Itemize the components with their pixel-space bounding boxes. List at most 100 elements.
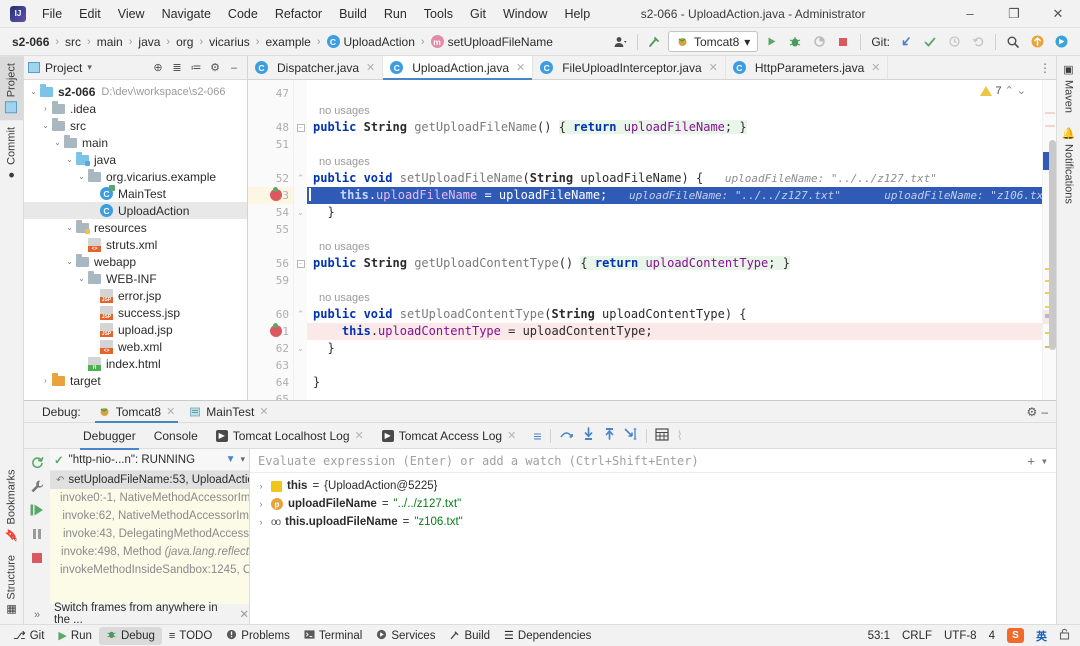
breadcrumb-item-main[interactable]: main <box>93 33 127 51</box>
search-icon[interactable] <box>1002 31 1024 53</box>
status-item-terminal[interactable]: Terminal <box>297 627 369 645</box>
fold-end-icon[interactable]: ⌄ <box>297 207 305 218</box>
tree-node-upload-jsp[interactable]: upload.jsp <box>24 321 247 338</box>
sidebar-item-structure[interactable]: ▦ Structure <box>0 548 23 624</box>
tree-twisty-icon[interactable]: ⌄ <box>76 274 87 283</box>
filter-icon[interactable]: ▼ <box>226 454 236 465</box>
build-hammer-icon[interactable] <box>644 31 666 53</box>
line-number[interactable]: 59 <box>248 272 293 289</box>
git-commit-icon[interactable] <box>919 31 941 53</box>
line-number[interactable]: 52 <box>248 170 293 187</box>
code-line[interactable] <box>307 221 1042 238</box>
breadcrumb-item-vicarius[interactable]: vicarius <box>205 33 254 51</box>
tree-twisty-icon[interactable]: › <box>40 104 51 113</box>
status-item-run[interactable]: ▶ Run <box>51 627 99 644</box>
menu-item-help[interactable]: Help <box>556 4 598 24</box>
code-content[interactable]: no usagespublic String getUploadFileName… <box>307 80 1042 400</box>
stack-frame[interactable]: invoke0:-1, NativeMethodAccessorIm <box>50 489 249 507</box>
code-line[interactable]: no usages <box>307 153 1042 170</box>
tab-tomcat-access-log[interactable]: ▶ Tomcat Access Log ✕ <box>373 426 526 446</box>
line-number[interactable]: 61 <box>248 323 293 340</box>
menu-item-run[interactable]: Run <box>376 4 415 24</box>
fold-marker[interactable] <box>294 238 307 255</box>
line-number[interactable]: 56 <box>248 255 293 272</box>
status-item-build[interactable]: Build <box>442 627 497 645</box>
file-encoding[interactable]: UTF-8 <box>944 630 977 642</box>
menu-item-refactor[interactable]: Refactor <box>267 4 330 24</box>
line-number[interactable]: 65 <box>248 391 293 400</box>
line-separator[interactable]: CRLF <box>902 630 932 642</box>
gear-icon[interactable]: ⚙ <box>1027 405 1038 419</box>
evaluate-expression-icon[interactable] <box>655 428 669 444</box>
line-number[interactable] <box>248 102 293 119</box>
breadcrumb-item-example[interactable]: example <box>261 33 314 51</box>
tab-uploadaction-java[interactable]: C UploadAction.java ✕ <box>383 56 533 79</box>
wrench-icon[interactable] <box>28 477 46 495</box>
error-stripe[interactable] <box>1042 80 1056 400</box>
tree-twisty-icon[interactable]: ⌄ <box>64 257 75 266</box>
expand-chevron-icon[interactable]: › <box>256 499 266 509</box>
step-into-icon[interactable] <box>582 427 595 444</box>
tree-node-struts-xml[interactable]: struts.xml <box>24 236 247 253</box>
evaluate-expression-field[interactable]: Evaluate expression (Enter) or add a wat… <box>250 449 1056 473</box>
status-item-debug[interactable]: Debug <box>99 627 162 645</box>
sidebar-item-maven[interactable]: ▣ Maven <box>1058 56 1079 120</box>
code-line[interactable] <box>307 391 1042 400</box>
prev-problem-icon[interactable]: ⌃ <box>1005 84 1014 97</box>
line-number[interactable]: 54 <box>248 204 293 221</box>
tree-twisty-icon[interactable]: ⌄ <box>52 138 63 147</box>
line-number[interactable] <box>248 153 293 170</box>
status-item-dependencies[interactable]: ☰ Dependencies <box>497 627 598 644</box>
fold-marker[interactable]: – <box>294 255 307 272</box>
editor-scrollbar[interactable] <box>1049 140 1056 350</box>
code-line[interactable]: this.uploadContentType = uploadContentTy… <box>307 323 1042 340</box>
run-to-cursor-icon[interactable] <box>624 427 638 444</box>
collapse-all-icon[interactable]: ≔ <box>187 59 205 77</box>
tab-httpparameters-java[interactable]: C HttpParameters.java ✕ <box>726 56 889 79</box>
fold-marker[interactable] <box>294 85 307 102</box>
git-history-icon[interactable] <box>943 31 965 53</box>
line-number[interactable]: 55 <box>248 221 293 238</box>
fold-marker[interactable] <box>294 221 307 238</box>
code-line[interactable] <box>307 85 1042 102</box>
breadcrumb-item-src[interactable]: src <box>61 33 85 51</box>
tab-fileuploadinterceptor-java[interactable]: C FileUploadInterceptor.java ✕ <box>533 56 726 79</box>
menu-item-file[interactable]: File <box>34 4 70 24</box>
line-number[interactable] <box>248 238 293 255</box>
step-out-icon[interactable] <box>603 427 616 444</box>
code-line[interactable]: public void setUploadFileName(String upl… <box>307 170 1042 187</box>
menu-item-tools[interactable]: Tools <box>416 4 461 24</box>
status-item-problems[interactable]: Problems <box>219 627 297 645</box>
minimize-button[interactable]: – <box>948 0 992 28</box>
line-number[interactable]: 51 <box>248 136 293 153</box>
fold-marker[interactable] <box>294 289 307 306</box>
tree-node-s2-066[interactable]: ⌄s2-066D:\dev\workspace\s2-066 <box>24 83 247 100</box>
tree-node-java[interactable]: ⌄java <box>24 151 247 168</box>
stop-program-icon[interactable] <box>28 549 46 567</box>
stack-frame[interactable]: invoke:43, DelegatingMethodAccess <box>50 525 249 543</box>
close-icon[interactable]: ✕ <box>709 61 718 74</box>
stack-frame[interactable]: invokeMethodInsideSandbox:1245, C <box>50 561 249 579</box>
line-number[interactable]: 47 <box>248 85 293 102</box>
tree-node-target[interactable]: ›target <box>24 372 247 389</box>
line-number[interactable]: 63 <box>248 357 293 374</box>
pause-program-icon[interactable] <box>28 525 46 543</box>
fold-marker[interactable] <box>294 323 307 340</box>
status-item-services[interactable]: Services <box>369 627 442 645</box>
code-line[interactable]: this.uploadFileName = uploadFileName; up… <box>307 187 1042 204</box>
breadcrumb-item-java[interactable]: java <box>134 33 164 51</box>
ime-language-icon[interactable]: 英 <box>1036 628 1047 644</box>
fold-collapse-icon[interactable]: ⌃ <box>297 309 305 320</box>
code-line[interactable]: public String getUploadContentType() { r… <box>307 255 1042 272</box>
code-line[interactable] <box>307 136 1042 153</box>
project-panel-title[interactable]: Project ▾ <box>28 61 92 75</box>
tree-node-main[interactable]: ⌄main <box>24 134 247 151</box>
gear-icon[interactable]: ⚙ <box>206 59 224 77</box>
code-line[interactable]: } <box>307 340 1042 357</box>
project-tree[interactable]: ⌄s2-066D:\dev\workspace\s2-066›.idea⌄src… <box>24 80 247 400</box>
sidebar-item-commit[interactable]: ● Commit <box>0 120 23 188</box>
close-icon[interactable]: ✕ <box>166 405 175 418</box>
code-line[interactable]: } <box>307 204 1042 221</box>
tree-node-success-jsp[interactable]: success.jsp <box>24 304 247 321</box>
tree-twisty-icon[interactable]: › <box>40 376 51 385</box>
